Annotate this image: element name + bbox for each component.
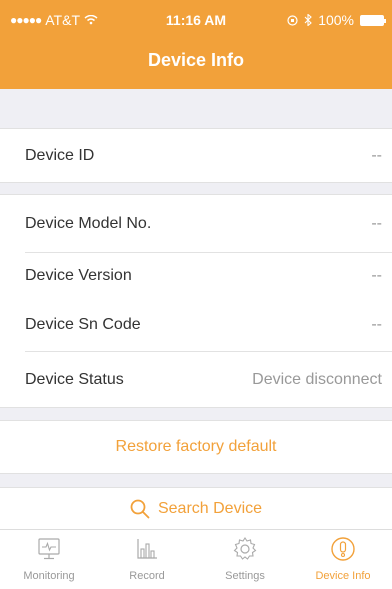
tab-device-info[interactable]: Device Info xyxy=(294,530,392,589)
row-device-sn: Device Sn Code -- xyxy=(0,298,392,352)
tab-label: Record xyxy=(129,570,165,582)
search-device-label: Search Device xyxy=(157,499,263,517)
row-device-id: Device ID -- xyxy=(0,129,392,182)
device-version-label: Device Version xyxy=(25,266,132,284)
device-id-value: -- xyxy=(371,146,382,164)
device-status-label: Device Status xyxy=(25,370,124,388)
status-bar: ●●●●● AT&T 11:16 AM 100% xyxy=(0,0,392,40)
restore-factory-label: Restore factory default xyxy=(115,438,277,455)
tab-monitoring[interactable]: Monitoring xyxy=(0,530,98,589)
tab-label: Device Info xyxy=(315,570,371,582)
gear-icon xyxy=(233,537,257,560)
tab-label: Settings xyxy=(225,570,265,582)
orientation-lock-icon xyxy=(287,14,298,26)
device-id-label: Device ID xyxy=(25,146,95,164)
device-sn-value: -- xyxy=(371,316,382,333)
search-device-button[interactable]: Search Device xyxy=(0,488,392,529)
row-device-status: Device Status Device disconnect xyxy=(0,352,392,407)
tab-record[interactable]: Record xyxy=(98,530,196,589)
tab-bar: Monitoring Record Settings Device Info xyxy=(0,529,392,589)
restore-factory-button[interactable]: Restore factory default xyxy=(0,421,392,473)
device-model-value: -- xyxy=(371,214,382,232)
device-model-label: Device Model No. xyxy=(25,214,152,232)
tab-label: Monitoring xyxy=(23,570,75,582)
page-title: Device Info xyxy=(147,50,245,70)
battery-percent: 100% xyxy=(318,12,354,28)
search-icon xyxy=(130,499,150,518)
divider xyxy=(0,182,392,183)
bluetooth-icon xyxy=(304,14,313,26)
bar-chart-icon xyxy=(137,539,157,559)
nav-header: ●●●●● AT&T 11:16 AM 100% Device Info xyxy=(0,0,392,89)
info-alert-icon xyxy=(331,537,355,561)
battery-icon xyxy=(360,14,386,26)
device-version-value: -- xyxy=(371,266,382,284)
row-device-model: Device Model No. -- xyxy=(0,195,392,252)
divider xyxy=(0,407,392,408)
tab-settings[interactable]: Settings xyxy=(196,530,294,589)
status-right: 100% xyxy=(287,12,386,28)
row-device-version: Device Version -- xyxy=(0,253,392,298)
divider xyxy=(0,473,392,474)
monitor-icon xyxy=(38,538,60,560)
device-sn-label: Device Sn Code xyxy=(25,316,141,333)
device-status-value: Device disconnect xyxy=(252,370,382,388)
